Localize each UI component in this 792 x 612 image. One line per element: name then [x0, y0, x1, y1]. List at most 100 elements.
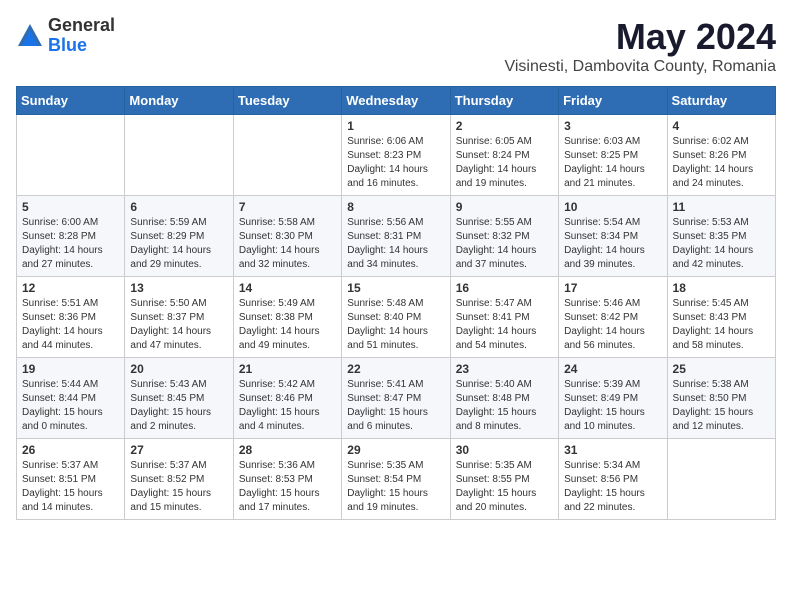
calendar-week-row: 26 Sunrise: 5:37 AM Sunset: 8:51 PM Dayli… [17, 439, 776, 520]
calendar-cell: 19 Sunrise: 5:44 AM Sunset: 8:44 PM Dayli… [17, 358, 125, 439]
day-number: 25 [673, 362, 770, 376]
calendar-cell: 27 Sunrise: 5:37 AM Sunset: 8:52 PM Dayli… [125, 439, 233, 520]
calendar-cell: 6 Sunrise: 5:59 AM Sunset: 8:29 PM Daylig… [125, 196, 233, 277]
day-info: Sunrise: 5:37 AM Sunset: 8:52 PM Dayligh… [130, 459, 227, 515]
calendar-cell: 14 Sunrise: 5:49 AM Sunset: 8:38 PM Dayli… [233, 277, 341, 358]
day-info: Sunrise: 6:06 AM Sunset: 8:23 PM Dayligh… [347, 135, 444, 191]
calendar-cell: 3Sunrise: 6:03 AM Sunset: 8:25 PM Daylig… [559, 115, 667, 196]
day-info: Sunrise: 5:56 AM Sunset: 8:31 PM Dayligh… [347, 216, 444, 272]
day-info: Sunrise: 6:00 AM Sunset: 8:28 PM Dayligh… [22, 216, 119, 272]
day-number: 16 [456, 281, 553, 295]
day-info: Sunrise: 5:46 AM Sunset: 8:42 PM Dayligh… [564, 297, 661, 353]
day-number: 22 [347, 362, 444, 376]
day-number: 6 [130, 200, 227, 214]
calendar-cell [233, 115, 341, 196]
day-info: Sunrise: 5:35 AM Sunset: 8:55 PM Dayligh… [456, 459, 553, 515]
day-info: Sunrise: 5:42 AM Sunset: 8:46 PM Dayligh… [239, 378, 336, 434]
day-number: 26 [22, 443, 119, 457]
col-header-sunday: Sunday [17, 87, 125, 115]
title-location: Visinesti, Dambovita County, Romania [504, 58, 776, 76]
day-info: Sunrise: 5:55 AM Sunset: 8:32 PM Dayligh… [456, 216, 553, 272]
calendar-cell: 13Sunrise: 5:50 AM Sunset: 8:37 PM Dayli… [125, 277, 233, 358]
col-header-monday: Monday [125, 87, 233, 115]
day-info: Sunrise: 5:40 AM Sunset: 8:48 PM Dayligh… [456, 378, 553, 434]
col-header-friday: Friday [559, 87, 667, 115]
day-info: Sunrise: 5:34 AM Sunset: 8:56 PM Dayligh… [564, 459, 661, 515]
day-number: 12 [22, 281, 119, 295]
day-info: Sunrise: 5:39 AM Sunset: 8:49 PM Dayligh… [564, 378, 661, 434]
calendar-cell: 22 Sunrise: 5:41 AM Sunset: 8:47 PM Dayli… [342, 358, 450, 439]
day-number: 11 [673, 200, 770, 214]
calendar-cell [17, 115, 125, 196]
day-info: Sunrise: 6:03 AM Sunset: 8:25 PM Dayligh… [564, 135, 661, 191]
day-number: 18 [673, 281, 770, 295]
calendar-cell: 10Sunrise: 5:54 AM Sunset: 8:34 PM Dayli… [559, 196, 667, 277]
calendar-cell: 7Sunrise: 5:58 AM Sunset: 8:30 PM Daylig… [233, 196, 341, 277]
day-number: 21 [239, 362, 336, 376]
day-info: Sunrise: 5:58 AM Sunset: 8:30 PM Dayligh… [239, 216, 336, 272]
day-number: 29 [347, 443, 444, 457]
logo-text: General Blue [48, 16, 115, 56]
calendar-cell: 16 Sunrise: 5:47 AM Sunset: 8:41 PM Dayli… [450, 277, 558, 358]
calendar-cell: 15 Sunrise: 5:48 AM Sunset: 8:40 PM Dayli… [342, 277, 450, 358]
day-number: 4 [673, 119, 770, 133]
col-header-thursday: Thursday [450, 87, 558, 115]
day-number: 17 [564, 281, 661, 295]
day-info: Sunrise: 5:45 AM Sunset: 8:43 PM Dayligh… [673, 297, 770, 353]
calendar-cell [125, 115, 233, 196]
day-info: Sunrise: 5:51 AM Sunset: 8:36 PM Dayligh… [22, 297, 119, 353]
day-info: Sunrise: 5:38 AM Sunset: 8:50 PM Dayligh… [673, 378, 770, 434]
calendar-cell: 1 Sunrise: 6:06 AM Sunset: 8:23 PM Daylig… [342, 115, 450, 196]
day-number: 2 [456, 119, 553, 133]
col-header-tuesday: Tuesday [233, 87, 341, 115]
day-info: Sunrise: 5:44 AM Sunset: 8:44 PM Dayligh… [22, 378, 119, 434]
day-number: 14 [239, 281, 336, 295]
title-block: May 2024 Visinesti, Dambovita County, Ro… [504, 16, 776, 76]
day-info: Sunrise: 5:43 AM Sunset: 8:45 PM Dayligh… [130, 378, 227, 434]
logo-blue: Blue [48, 36, 115, 56]
calendar-cell: 21 Sunrise: 5:42 AM Sunset: 8:46 PM Dayli… [233, 358, 341, 439]
day-number: 20 [130, 362, 227, 376]
day-info: Sunrise: 5:49 AM Sunset: 8:38 PM Dayligh… [239, 297, 336, 353]
calendar-cell: 23Sunrise: 5:40 AM Sunset: 8:48 PM Dayli… [450, 358, 558, 439]
calendar-week-row: 12 Sunrise: 5:51 AM Sunset: 8:36 PM Dayli… [17, 277, 776, 358]
day-info: Sunrise: 5:48 AM Sunset: 8:40 PM Dayligh… [347, 297, 444, 353]
day-info: Sunrise: 5:37 AM Sunset: 8:51 PM Dayligh… [22, 459, 119, 515]
day-number: 28 [239, 443, 336, 457]
day-info: Sunrise: 5:47 AM Sunset: 8:41 PM Dayligh… [456, 297, 553, 353]
calendar-cell: 5 Sunrise: 6:00 AM Sunset: 8:28 PM Daylig… [17, 196, 125, 277]
col-header-wednesday: Wednesday [342, 87, 450, 115]
calendar-cell: 24 Sunrise: 5:39 AM Sunset: 8:49 PM Dayli… [559, 358, 667, 439]
day-info: Sunrise: 5:36 AM Sunset: 8:53 PM Dayligh… [239, 459, 336, 515]
day-info: Sunrise: 5:50 AM Sunset: 8:37 PM Dayligh… [130, 297, 227, 353]
day-number: 27 [130, 443, 227, 457]
calendar-cell: 29 Sunrise: 5:35 AM Sunset: 8:54 PM Dayli… [342, 439, 450, 520]
calendar-cell: 11 Sunrise: 5:53 AM Sunset: 8:35 PM Dayli… [667, 196, 775, 277]
day-number: 24 [564, 362, 661, 376]
day-number: 10 [564, 200, 661, 214]
calendar-cell: 30Sunrise: 5:35 AM Sunset: 8:55 PM Dayli… [450, 439, 558, 520]
calendar-cell: 26 Sunrise: 5:37 AM Sunset: 8:51 PM Dayli… [17, 439, 125, 520]
day-number: 9 [456, 200, 553, 214]
day-info: Sunrise: 5:53 AM Sunset: 8:35 PM Dayligh… [673, 216, 770, 272]
day-number: 15 [347, 281, 444, 295]
calendar-header-row: SundayMondayTuesdayWednesdayThursdayFrid… [17, 87, 776, 115]
calendar-cell: 9 Sunrise: 5:55 AM Sunset: 8:32 PM Daylig… [450, 196, 558, 277]
calendar-cell: 28 Sunrise: 5:36 AM Sunset: 8:53 PM Dayli… [233, 439, 341, 520]
calendar-cell: 18 Sunrise: 5:45 AM Sunset: 8:43 PM Dayli… [667, 277, 775, 358]
day-number: 19 [22, 362, 119, 376]
calendar-table: SundayMondayTuesdayWednesdayThursdayFrid… [16, 86, 776, 520]
calendar-cell: 25 Sunrise: 5:38 AM Sunset: 8:50 PM Dayli… [667, 358, 775, 439]
calendar-cell: 31Sunrise: 5:34 AM Sunset: 8:56 PM Dayli… [559, 439, 667, 520]
day-info: Sunrise: 6:05 AM Sunset: 8:24 PM Dayligh… [456, 135, 553, 191]
day-number: 5 [22, 200, 119, 214]
calendar-cell: 17 Sunrise: 5:46 AM Sunset: 8:42 PM Dayli… [559, 277, 667, 358]
calendar-week-row: 19 Sunrise: 5:44 AM Sunset: 8:44 PM Dayli… [17, 358, 776, 439]
day-info: Sunrise: 5:41 AM Sunset: 8:47 PM Dayligh… [347, 378, 444, 434]
calendar-cell: 2 Sunrise: 6:05 AM Sunset: 8:24 PM Daylig… [450, 115, 558, 196]
day-info: Sunrise: 5:59 AM Sunset: 8:29 PM Dayligh… [130, 216, 227, 272]
day-number: 1 [347, 119, 444, 133]
page-header: General Blue May 2024 Visinesti, Dambovi… [16, 16, 776, 76]
day-info: Sunrise: 5:35 AM Sunset: 8:54 PM Dayligh… [347, 459, 444, 515]
calendar-cell: 12 Sunrise: 5:51 AM Sunset: 8:36 PM Dayli… [17, 277, 125, 358]
